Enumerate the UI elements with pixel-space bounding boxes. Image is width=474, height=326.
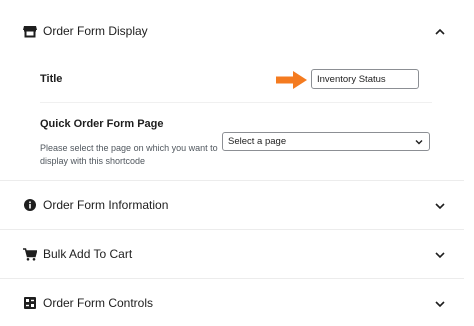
cart-icon xyxy=(23,247,37,261)
controls-grid-icon xyxy=(23,296,37,310)
chevron-down-icon[interactable] xyxy=(434,297,446,309)
page-select-value: Select a page xyxy=(228,136,287,147)
section-divider xyxy=(0,278,464,279)
chevron-down-icon[interactable] xyxy=(434,199,446,211)
orange-arrow-annotation xyxy=(276,70,308,90)
title-label: Title xyxy=(40,73,63,85)
section-title: Order Form Display xyxy=(43,24,148,38)
page-help-text: Please select the page on which you want… xyxy=(40,143,218,166)
chevron-down-icon[interactable] xyxy=(434,248,446,260)
section-title: Order Form Information xyxy=(43,198,169,212)
section-divider xyxy=(0,229,464,230)
section-header-order-form-display[interactable]: Order Form Display xyxy=(0,20,474,42)
storefront-icon xyxy=(23,24,37,38)
section-title: Order Form Controls xyxy=(43,296,154,310)
section-title: Bulk Add To Cart xyxy=(43,247,133,261)
quick-order-form-page-label: Quick Order Form Page xyxy=(40,118,164,130)
chevron-down-icon xyxy=(414,137,424,147)
section-divider xyxy=(0,180,464,181)
info-circle-icon xyxy=(23,198,37,212)
chevron-up-icon[interactable] xyxy=(434,25,446,37)
page-select[interactable]: Select a page xyxy=(222,132,430,151)
section-header-bulk-add-to-cart[interactable]: Bulk Add To Cart xyxy=(0,243,474,265)
section-header-order-form-controls[interactable]: Order Form Controls xyxy=(0,292,474,314)
section-header-order-form-information[interactable]: Order Form Information xyxy=(0,194,474,216)
title-input[interactable] xyxy=(311,69,419,89)
field-divider xyxy=(40,102,432,103)
